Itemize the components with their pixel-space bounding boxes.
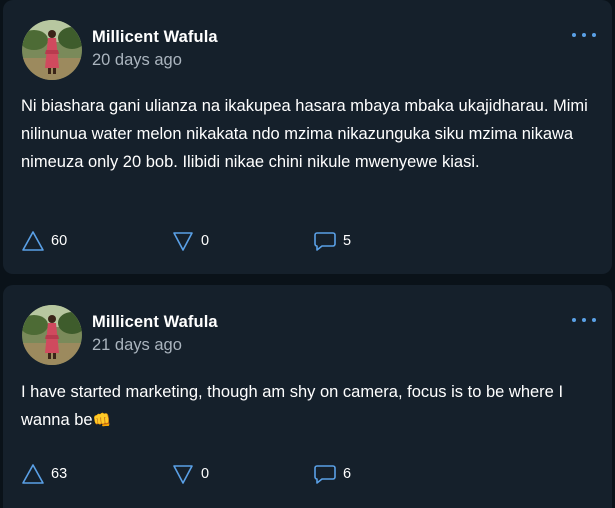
post-card[interactable]: Millicent Wafula 20 days ago Ni biashara… xyxy=(3,0,612,274)
author-name[interactable]: Millicent Wafula xyxy=(92,313,218,332)
comment-button[interactable]: 6 xyxy=(313,463,351,485)
avatar[interactable] xyxy=(22,305,82,365)
post-timestamp: 21 days ago xyxy=(92,336,182,354)
post-actions: 60 0 5 xyxy=(21,230,421,254)
post-actions: 63 0 6 xyxy=(21,463,421,487)
upvote-button[interactable]: 63 xyxy=(21,463,67,485)
upvote-button[interactable]: 60 xyxy=(21,230,67,252)
downvote-count: 0 xyxy=(201,233,210,249)
upvote-count: 60 xyxy=(51,233,68,249)
post-body: I have started marketing, though am shy … xyxy=(21,378,601,435)
more-options-icon[interactable] xyxy=(572,30,596,40)
downvote-button[interactable]: 0 xyxy=(171,230,209,252)
comment-button[interactable]: 5 xyxy=(313,230,351,252)
triangle-up-icon xyxy=(22,464,44,484)
more-options-icon[interactable] xyxy=(572,315,596,325)
avatar-photo xyxy=(22,305,82,365)
comment-count: 5 xyxy=(343,233,352,249)
upvote-count: 63 xyxy=(51,466,68,482)
downvote-count: 0 xyxy=(201,466,210,482)
post-feed: Millicent Wafula 20 days ago Ni biashara… xyxy=(0,0,615,508)
comment-count: 6 xyxy=(343,466,352,482)
triangle-down-icon xyxy=(173,232,193,251)
post-body: Ni biashara gani ulianza na ikakupea has… xyxy=(21,97,588,171)
fist-bump-emoji: 👊 xyxy=(92,412,112,429)
downvote-button[interactable]: 0 xyxy=(171,463,209,485)
triangle-down-icon xyxy=(173,465,193,484)
post-card[interactable]: Millicent Wafula 21 days ago I have star… xyxy=(3,285,612,508)
avatar-photo xyxy=(22,20,82,80)
speech-bubble-icon xyxy=(314,232,336,251)
triangle-up-icon xyxy=(22,231,44,251)
post-timestamp: 20 days ago xyxy=(92,51,182,69)
speech-bubble-icon xyxy=(314,465,336,484)
author-name[interactable]: Millicent Wafula xyxy=(92,28,218,47)
avatar[interactable] xyxy=(22,20,82,80)
